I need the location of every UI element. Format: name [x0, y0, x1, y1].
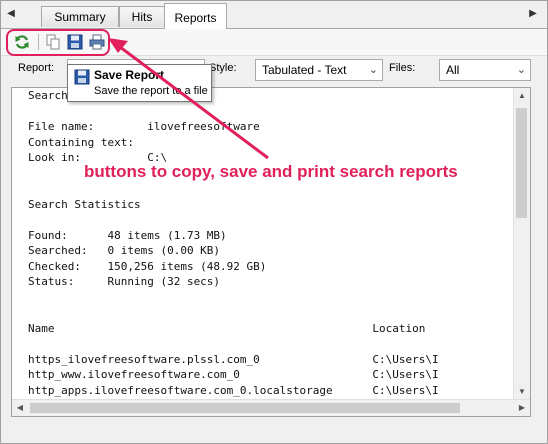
report-view[interactable]: Search Criteria File name: ilovefreesoft…: [11, 87, 531, 417]
vertical-scroll-thumb[interactable]: [516, 108, 527, 218]
report-line: Checked: 150,256 items (48.92 GB): [28, 259, 267, 273]
tooltip-title: Save Report: [94, 68, 165, 82]
tab-reports[interactable]: Reports: [164, 3, 227, 29]
report-line: [28, 181, 458, 197]
report-line: Search Statistics: [28, 197, 141, 211]
report-line: http_www.ilovefreesoftware.com_0 C:\User…: [28, 368, 439, 381]
tab-hits[interactable]: Hits: [119, 6, 165, 27]
files-select[interactable]: All ⌄: [439, 59, 531, 81]
report-line: Containing text:: [28, 135, 134, 149]
horizontal-scrollbar[interactable]: ◀ ▶: [12, 399, 530, 416]
report-line: [28, 290, 458, 306]
style-label: Style:: [209, 62, 237, 74]
report-line: Searched: 0 items (0.00 KB): [28, 244, 221, 257]
save-icon: [74, 69, 90, 85]
report-line: [28, 212, 458, 228]
tab-hits-label: Hits: [131, 10, 153, 24]
style-select[interactable]: Tabulated - Text ⌄: [255, 59, 383, 81]
toolbar-highlight: [6, 29, 110, 56]
files-label: Files:: [389, 62, 416, 74]
style-select-value: Tabulated - Text: [262, 63, 347, 77]
tab-scroll-left-icon[interactable]: ◀: [5, 7, 17, 21]
tab-summary-label: Summary: [54, 10, 106, 24]
report-line: [28, 305, 458, 321]
scroll-up-icon[interactable]: ▲: [514, 88, 530, 104]
report-line: [28, 104, 458, 120]
horizontal-scroll-thumb[interactable]: [30, 403, 460, 413]
scroll-right-icon[interactable]: ▶: [514, 400, 530, 416]
report-line: Found: 48 items (1.73 MB): [28, 228, 227, 242]
report-line: File name: ilovefreesoftware: [28, 120, 260, 133]
tooltip-description: Save the report to a file: [94, 85, 208, 97]
scroll-down-icon[interactable]: ▼: [514, 384, 530, 400]
report-line: http_apps.ilovefreesoftware.com_0.locals…: [28, 383, 439, 397]
report-label: Report:: [18, 62, 55, 74]
tab-strip: ◀ Summary Hits Reports ▶: [1, 1, 547, 29]
scroll-left-icon[interactable]: ◀: [12, 400, 28, 416]
report-line: https_ilovefreesoftware.plssl.com_0 C:\U…: [28, 352, 439, 366]
files-select-value: All: [446, 63, 460, 77]
chevron-down-icon: ⌄: [516, 64, 526, 76]
tab-summary[interactable]: Summary: [41, 6, 119, 27]
tab-scroll-right-icon[interactable]: ▶: [527, 7, 539, 21]
chevron-down-icon: ⌄: [368, 64, 378, 76]
report-text: Search Criteria File name: ilovefreesoft…: [28, 88, 458, 416]
annotation-caption: buttons to copy, save and print search r…: [84, 162, 458, 181]
reports-window: ◀ Summary Hits Reports ▶ Report: Style: …: [0, 0, 548, 444]
save-report-tooltip: Save Report Save the report to a file: [67, 64, 212, 102]
report-line: Status: Running (32 secs): [28, 275, 221, 288]
vertical-scrollbar[interactable]: ▲ ▼: [513, 88, 530, 400]
tab-reports-label: Reports: [174, 11, 217, 25]
report-line: [28, 336, 458, 352]
report-line: Name Location: [28, 321, 426, 335]
